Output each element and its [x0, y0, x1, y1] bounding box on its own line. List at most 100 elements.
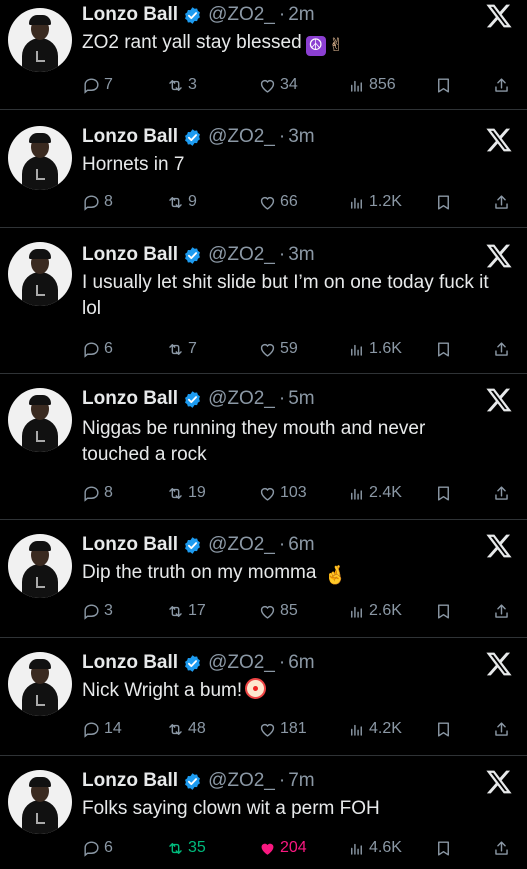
share-button[interactable]: [492, 835, 514, 861]
tweet[interactable]: Lonzo Ball @ZO2_ · 3m I usually let shit…: [0, 234, 527, 374]
avatar[interactable]: [8, 388, 72, 452]
avatar[interactable]: [8, 534, 72, 598]
like-count: 103: [280, 484, 307, 501]
retweet-icon: [169, 605, 182, 617]
retweet-icon: [169, 79, 182, 91]
like-button[interactable]: 59: [258, 336, 298, 362]
avatar[interactable]: [8, 652, 72, 716]
tweet-time[interactable]: 6m: [288, 534, 314, 556]
like-button[interactable]: 181: [258, 716, 307, 742]
tweet-text-content: Hornets in 7: [82, 154, 185, 175]
bookmark-button[interactable]: [434, 189, 456, 215]
tweet-header: Lonzo Ball @ZO2_ · 2m: [82, 0, 315, 30]
retweet-button[interactable]: 17: [166, 598, 206, 624]
views-button[interactable]: 1.6K: [347, 336, 402, 362]
reply-button[interactable]: 3: [82, 598, 113, 624]
reply-button[interactable]: 6: [82, 835, 113, 861]
retweet-button[interactable]: 19: [166, 480, 206, 506]
tweet-text: Dip the truth on my momma 🤞: [82, 560, 502, 586]
bookmark-button[interactable]: [434, 336, 456, 362]
tweet-header: Lonzo Ball @ZO2_ · 6m: [82, 530, 315, 560]
like-button[interactable]: 85: [258, 598, 298, 624]
views-button[interactable]: 2.6K: [347, 598, 402, 624]
views-button[interactable]: 4.6K: [347, 835, 402, 861]
share-icon: [495, 485, 508, 500]
share-button[interactable]: [492, 480, 514, 506]
view-count: 4.2K: [369, 720, 402, 737]
bookmark-icon: [438, 194, 449, 210]
tweet-time[interactable]: 7m: [288, 770, 314, 792]
avatar[interactable]: [8, 126, 72, 190]
share-button[interactable]: [492, 336, 514, 362]
bookmark-button[interactable]: [434, 72, 456, 98]
bookmark-icon: [438, 603, 449, 619]
like-count: 85: [280, 602, 298, 619]
tweet-time[interactable]: 2m: [288, 4, 314, 26]
author-handle[interactable]: @ZO2_: [208, 652, 275, 674]
author-name[interactable]: Lonzo Ball: [82, 126, 178, 148]
tweet[interactable]: Lonzo Ball @ZO2_ · 5m Niggas be running …: [0, 380, 527, 520]
author-handle[interactable]: @ZO2_: [208, 534, 275, 556]
retweet-button[interactable]: 9: [166, 189, 197, 215]
author-name[interactable]: Lonzo Ball: [82, 534, 178, 556]
reply-count: 14: [104, 720, 122, 737]
tweet-time[interactable]: 3m: [288, 126, 314, 148]
tweet[interactable]: Lonzo Ball @ZO2_ · 3m Hornets in 7 8 9 6…: [0, 118, 527, 228]
share-button[interactable]: [492, 598, 514, 624]
tweet-actions: 7 3 34 856: [82, 72, 512, 98]
share-button[interactable]: [492, 72, 514, 98]
like-button[interactable]: 34: [258, 72, 298, 98]
tweet-time[interactable]: 3m: [288, 244, 314, 266]
view-count: 2.6K: [369, 602, 402, 619]
views-button[interactable]: 856: [347, 72, 396, 98]
share-icon: [495, 77, 508, 92]
bookmark-button[interactable]: [434, 716, 456, 742]
x-logo-icon: [486, 652, 512, 676]
author-handle[interactable]: @ZO2_: [208, 770, 275, 792]
retweet-icon: [169, 196, 182, 208]
author-name[interactable]: Lonzo Ball: [82, 244, 178, 266]
author-name[interactable]: Lonzo Ball: [82, 770, 178, 792]
retweet-icon: [169, 343, 182, 355]
tweet-text-content: Nick Wright a bum!: [82, 680, 243, 701]
tweet[interactable]: Lonzo Ball @ZO2_ · 2m ZO2 rant yall stay…: [0, 0, 527, 110]
reply-button[interactable]: 8: [82, 189, 113, 215]
avatar[interactable]: [8, 242, 72, 306]
share-button[interactable]: [492, 716, 514, 742]
author-handle[interactable]: @ZO2_: [208, 244, 275, 266]
author-handle[interactable]: @ZO2_: [208, 4, 275, 26]
views-button[interactable]: 1.2K: [347, 189, 402, 215]
tweet[interactable]: Lonzo Ball @ZO2_ · 6m Dip the truth on m…: [0, 526, 527, 638]
author-name[interactable]: Lonzo Ball: [82, 652, 178, 674]
retweet-button[interactable]: 3: [166, 72, 197, 98]
reply-button[interactable]: 7: [82, 72, 113, 98]
author-handle[interactable]: @ZO2_: [208, 388, 275, 410]
retweet-button[interactable]: 48: [166, 716, 206, 742]
retweet-icon: [169, 842, 182, 854]
author-handle[interactable]: @ZO2_: [208, 126, 275, 148]
like-button[interactable]: 66: [258, 189, 298, 215]
retweet-button[interactable]: 35: [166, 835, 206, 861]
tweet[interactable]: Lonzo Ball @ZO2_ · 7m Folks saying clown…: [0, 762, 527, 869]
like-button[interactable]: 103: [258, 480, 307, 506]
tweet-time[interactable]: 6m: [288, 652, 314, 674]
bookmark-button[interactable]: [434, 598, 456, 624]
bookmark-button[interactable]: [434, 480, 456, 506]
views-button[interactable]: 2.4K: [347, 480, 402, 506]
views-button[interactable]: 4.2K: [347, 716, 402, 742]
tweet-time[interactable]: 5m: [288, 388, 314, 410]
reply-button[interactable]: 8: [82, 480, 113, 506]
avatar[interactable]: [8, 8, 72, 72]
author-name[interactable]: Lonzo Ball: [82, 4, 178, 26]
reply-button[interactable]: 14: [82, 716, 122, 742]
reply-button[interactable]: 6: [82, 336, 113, 362]
like-button[interactable]: 204: [258, 835, 307, 861]
bookmark-button[interactable]: [434, 835, 456, 861]
tweet[interactable]: Lonzo Ball @ZO2_ · 6m Nick Wright a bum!…: [0, 644, 527, 756]
retweet-button[interactable]: 7: [166, 336, 197, 362]
like-count: 66: [280, 193, 298, 210]
author-name[interactable]: Lonzo Ball: [82, 388, 178, 410]
share-button[interactable]: [492, 189, 514, 215]
avatar[interactable]: [8, 770, 72, 834]
views-chart-icon: [351, 606, 362, 618]
